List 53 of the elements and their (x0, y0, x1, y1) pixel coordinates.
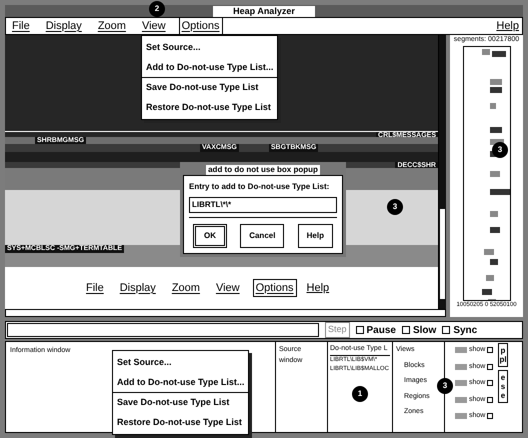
menu-item[interactable]: Display (42, 16, 85, 36)
dialog-button[interactable]: OK (193, 224, 227, 248)
pattern-swatch-icon (455, 364, 467, 370)
checkbox-label: Pause (366, 324, 396, 338)
menu-item[interactable]: File (9, 16, 33, 36)
checkbox[interactable] (402, 326, 410, 334)
show-checkbox[interactable] (487, 380, 494, 386)
menu-item[interactable]: Options (178, 16, 223, 36)
callout-marker: 3 (492, 142, 508, 158)
pattern-swatch-icon (455, 347, 467, 354)
menu-item[interactable]: Zoom (94, 16, 129, 36)
side-button[interactable]: ppl (498, 343, 508, 367)
menu-item[interactable]: Options (252, 278, 297, 298)
callout-marker: 3 (437, 378, 453, 394)
vertical-scrollbar[interactable] (438, 35, 446, 309)
menu-item[interactable]: File (83, 278, 107, 298)
dialog-prompt: Entry to add to Do-not-use Type List: (189, 181, 330, 193)
show-checkbox[interactable] (487, 413, 494, 420)
horizontal-scrollbar[interactable] (5, 309, 446, 317)
menu-item[interactable]: Restore Do-not-use Type List (142, 98, 278, 117)
side-button[interactable]: ese (498, 370, 508, 403)
entry-field[interactable]: LIBRTL\*\* (189, 197, 337, 213)
dialog-button[interactable]: Help (298, 224, 333, 248)
show-checkbox[interactable] (487, 396, 494, 403)
menu-item[interactable]: View (212, 278, 243, 298)
menu-item[interactable]: Display (116, 278, 159, 298)
menu-item[interactable]: Save Do-not-use Type List (113, 392, 248, 412)
dialog-title: add to do not use box popup (206, 165, 320, 175)
menu-item[interactable]: Add to Do-not-use Type List... (142, 58, 278, 77)
menu-item[interactable]: Restore Do-not-use Type List (113, 412, 248, 432)
window-title: Heap Analyzer (213, 6, 315, 16)
menu-item[interactable]: Set Source... (142, 38, 278, 58)
callout-marker: 1 (352, 386, 368, 402)
pattern-swatch-icon (455, 413, 467, 420)
help-menu[interactable]: Help (306, 280, 330, 296)
menu-item[interactable]: Zoom (168, 278, 203, 298)
help-menu[interactable]: Help (496, 18, 519, 34)
menu-item[interactable]: View (138, 16, 169, 36)
menu-item[interactable]: Save Do-not-use Type List (142, 77, 278, 98)
checkbox-label: Slow (412, 324, 436, 338)
dialog-button[interactable]: Cancel (240, 224, 284, 248)
pattern-swatch-icon (455, 380, 467, 386)
show-checkbox[interactable] (487, 364, 494, 370)
menu-item[interactable]: Add to Do-not-use Type List... (113, 372, 248, 392)
checkbox[interactable] (356, 326, 364, 334)
command-field[interactable] (7, 323, 319, 337)
callout-marker: 2 (149, 1, 165, 17)
checkbox-label: Sync (453, 324, 478, 338)
show-checkbox[interactable] (487, 347, 494, 354)
heap-canvas[interactable] (5, 35, 438, 309)
pattern-swatch-icon (455, 396, 467, 403)
menu-item[interactable]: Set Source... (113, 353, 248, 372)
checkbox[interactable] (442, 326, 450, 334)
